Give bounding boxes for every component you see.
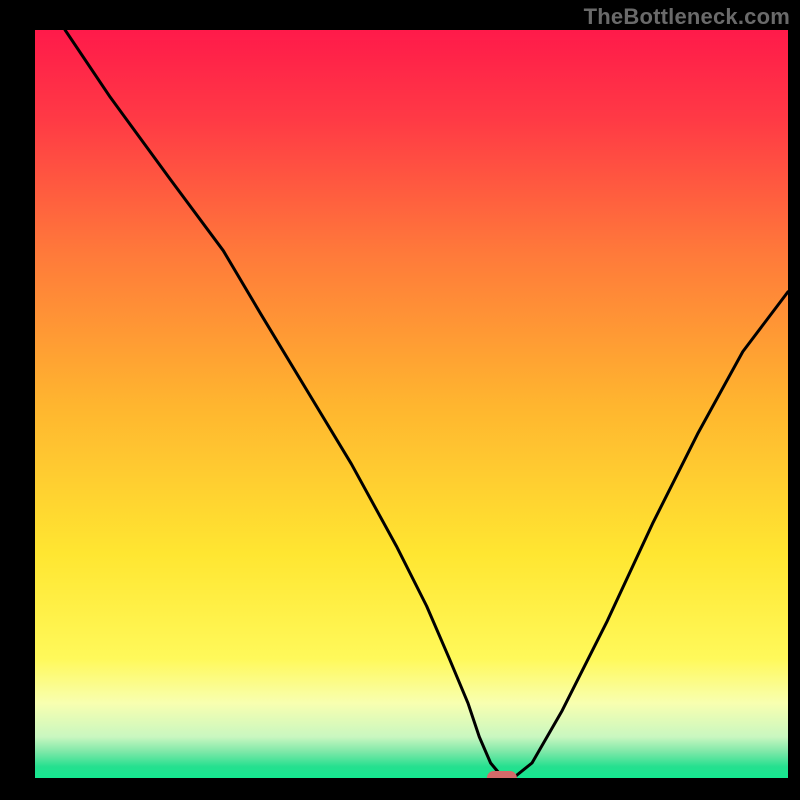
- attribution-text: TheBottleneck.com: [584, 4, 790, 30]
- gradient-background: [35, 30, 788, 778]
- bottleneck-chart: [0, 0, 800, 800]
